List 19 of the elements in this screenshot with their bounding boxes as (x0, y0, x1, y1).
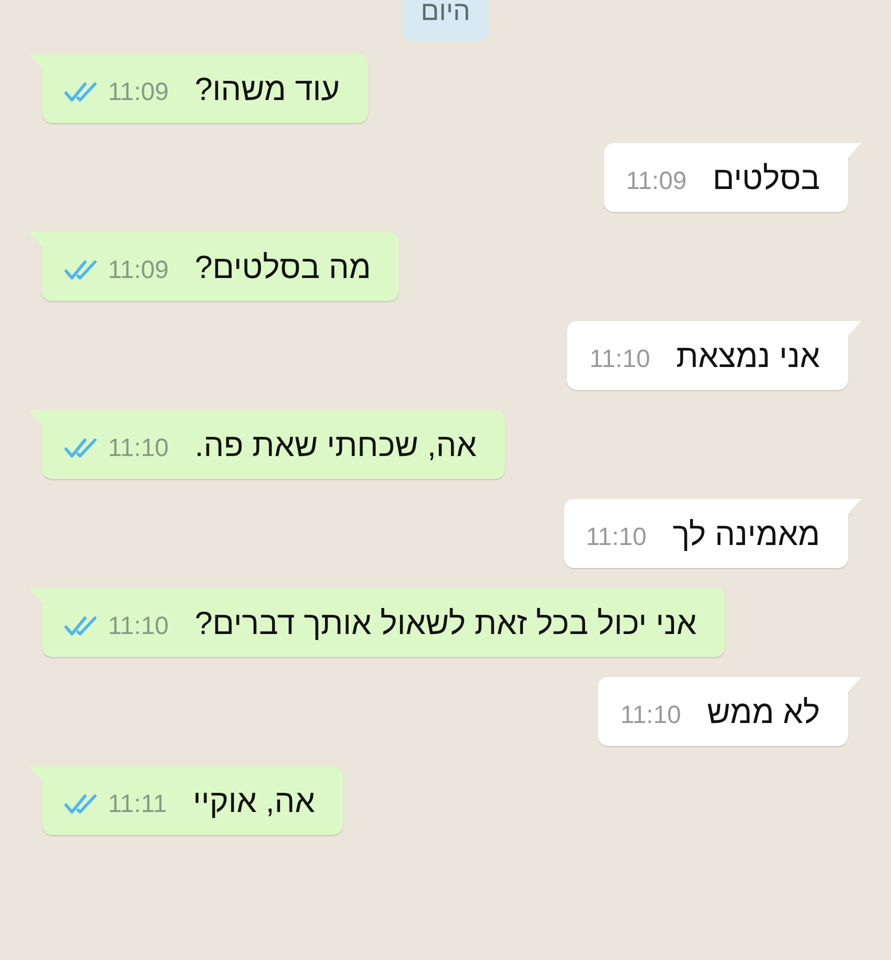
message-text: אה, אוקיי (192, 782, 315, 821)
message-time: 11:09 (108, 255, 169, 285)
message-text: אני נמצאת (676, 337, 820, 376)
message-text: לא ממש (707, 693, 820, 732)
message-text: מה בסלטים? (194, 248, 372, 287)
message-time: 11:10 (589, 344, 650, 374)
message-time: 11:10 (586, 522, 647, 552)
message-time: 11:09 (108, 77, 169, 107)
message-text: בסלטים (712, 159, 820, 198)
message-text: אה, שכחתי שאת פה. (194, 426, 477, 465)
message-time: 11:11 (108, 789, 167, 819)
message-text: מאמינה לך (672, 515, 820, 554)
message-time: 11:09 (626, 166, 687, 196)
message-time: 11:10 (108, 433, 169, 463)
message-time: 11:10 (108, 611, 169, 641)
message-time: 11:10 (620, 700, 682, 730)
date-badge: היום (402, 0, 488, 41)
message-text: אני יכול בכל זאת לשאול אותך דברים? (194, 604, 697, 643)
message-text: עוד משהו? (194, 70, 340, 109)
